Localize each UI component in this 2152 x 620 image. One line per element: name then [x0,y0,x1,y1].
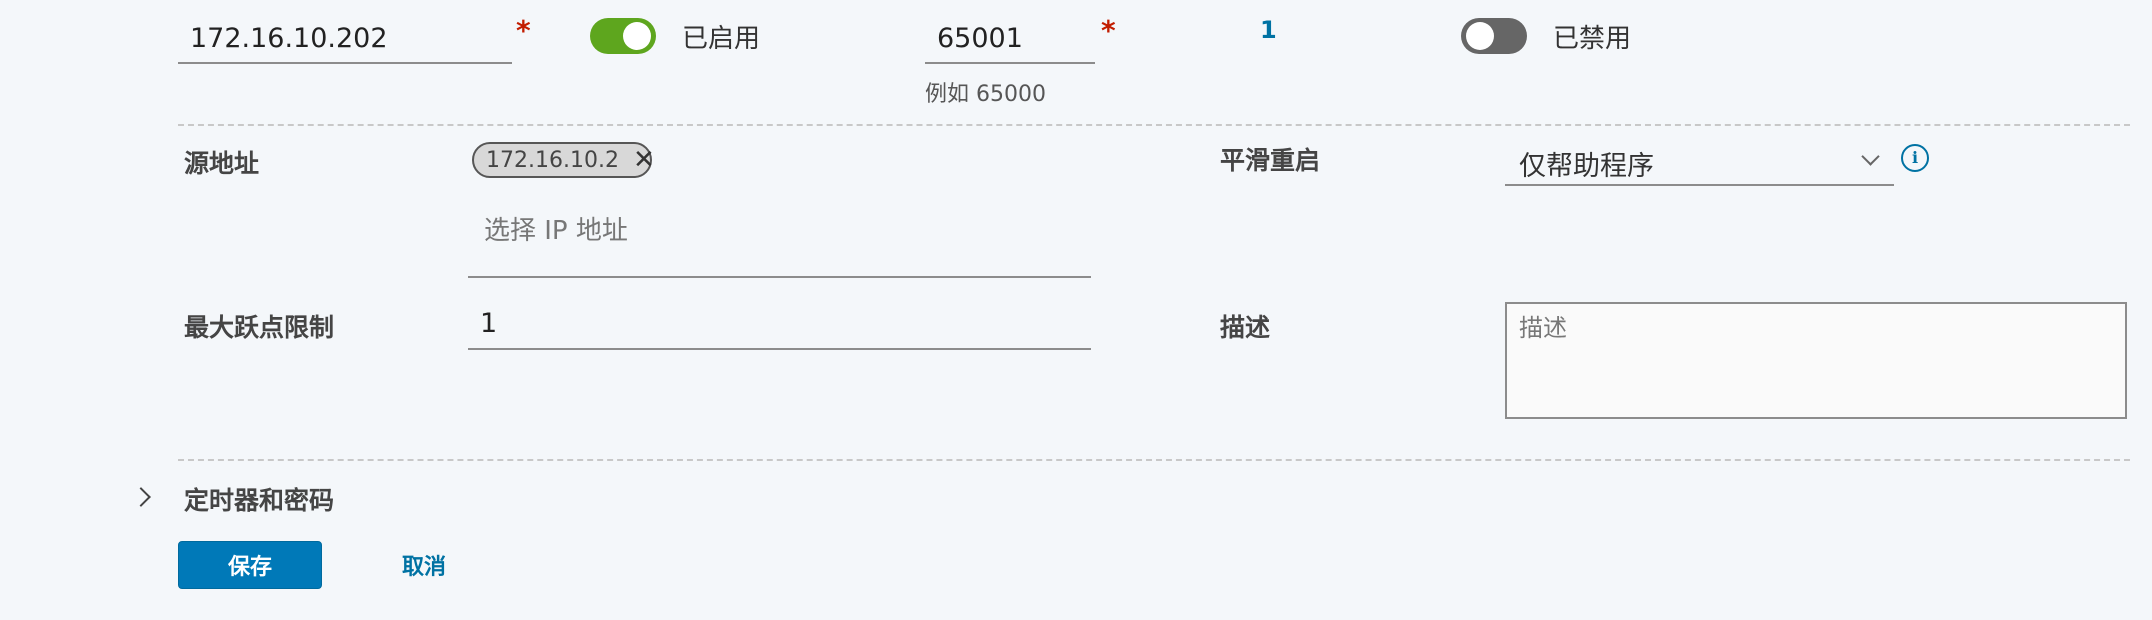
source-address-select[interactable]: 选择 IP 地址 [468,196,1091,278]
link-count[interactable]: 1 [1260,16,1277,44]
save-button[interactable]: 保存 [178,541,322,589]
bfd-toggle-label: 已启用 [682,24,761,54]
ip-address-value: 172.16.10.202 [190,23,388,54]
chevron-down-icon [1861,147,1880,166]
info-icon[interactable]: i [1901,144,1929,172]
section-divider [178,124,2130,126]
close-icon[interactable]: ✕ [633,147,655,173]
required-marker: * [516,14,531,47]
required-marker: * [1101,14,1116,47]
cancel-button[interactable]: 取消 [388,541,460,589]
max-hop-value: 1 [480,308,498,339]
chip-text: 172.16.10.2 [486,147,619,173]
ip-address-field[interactable]: 172.16.10.202 [178,14,512,64]
toggle-knob [623,22,651,50]
timers-section-label[interactable]: 定时器和密码 [184,481,334,517]
graceful-restart-value: 仅帮助程序 [1519,151,1654,182]
graceful-restart-select[interactable]: 仅帮助程序 [1505,134,1894,186]
section-divider [178,459,2130,461]
source-address-placeholder: 选择 IP 地址 [484,216,628,246]
source-address-chip: 172.16.10.2 ✕ [472,142,655,178]
bfd-toggle[interactable] [590,18,656,54]
remote-as-hint: 例如 65000 [925,82,1046,107]
chevron-right-icon[interactable] [131,487,151,507]
allowas-toggle-label: 已禁用 [1553,24,1632,54]
toggle-knob [1466,22,1494,50]
max-hop-field[interactable]: 1 [468,298,1091,350]
allowas-toggle[interactable] [1461,18,1527,54]
remote-as-field[interactable]: 65001 [925,14,1095,64]
source-address-label: 源地址 [184,149,260,178]
graceful-restart-label: 平滑重启 [1220,146,1321,175]
max-hop-label: 最大跃点限制 [184,313,335,342]
remote-as-value: 65001 [937,23,1023,54]
description-label: 描述 [1220,313,1271,342]
description-textarea[interactable]: 描述 [1505,302,2127,419]
